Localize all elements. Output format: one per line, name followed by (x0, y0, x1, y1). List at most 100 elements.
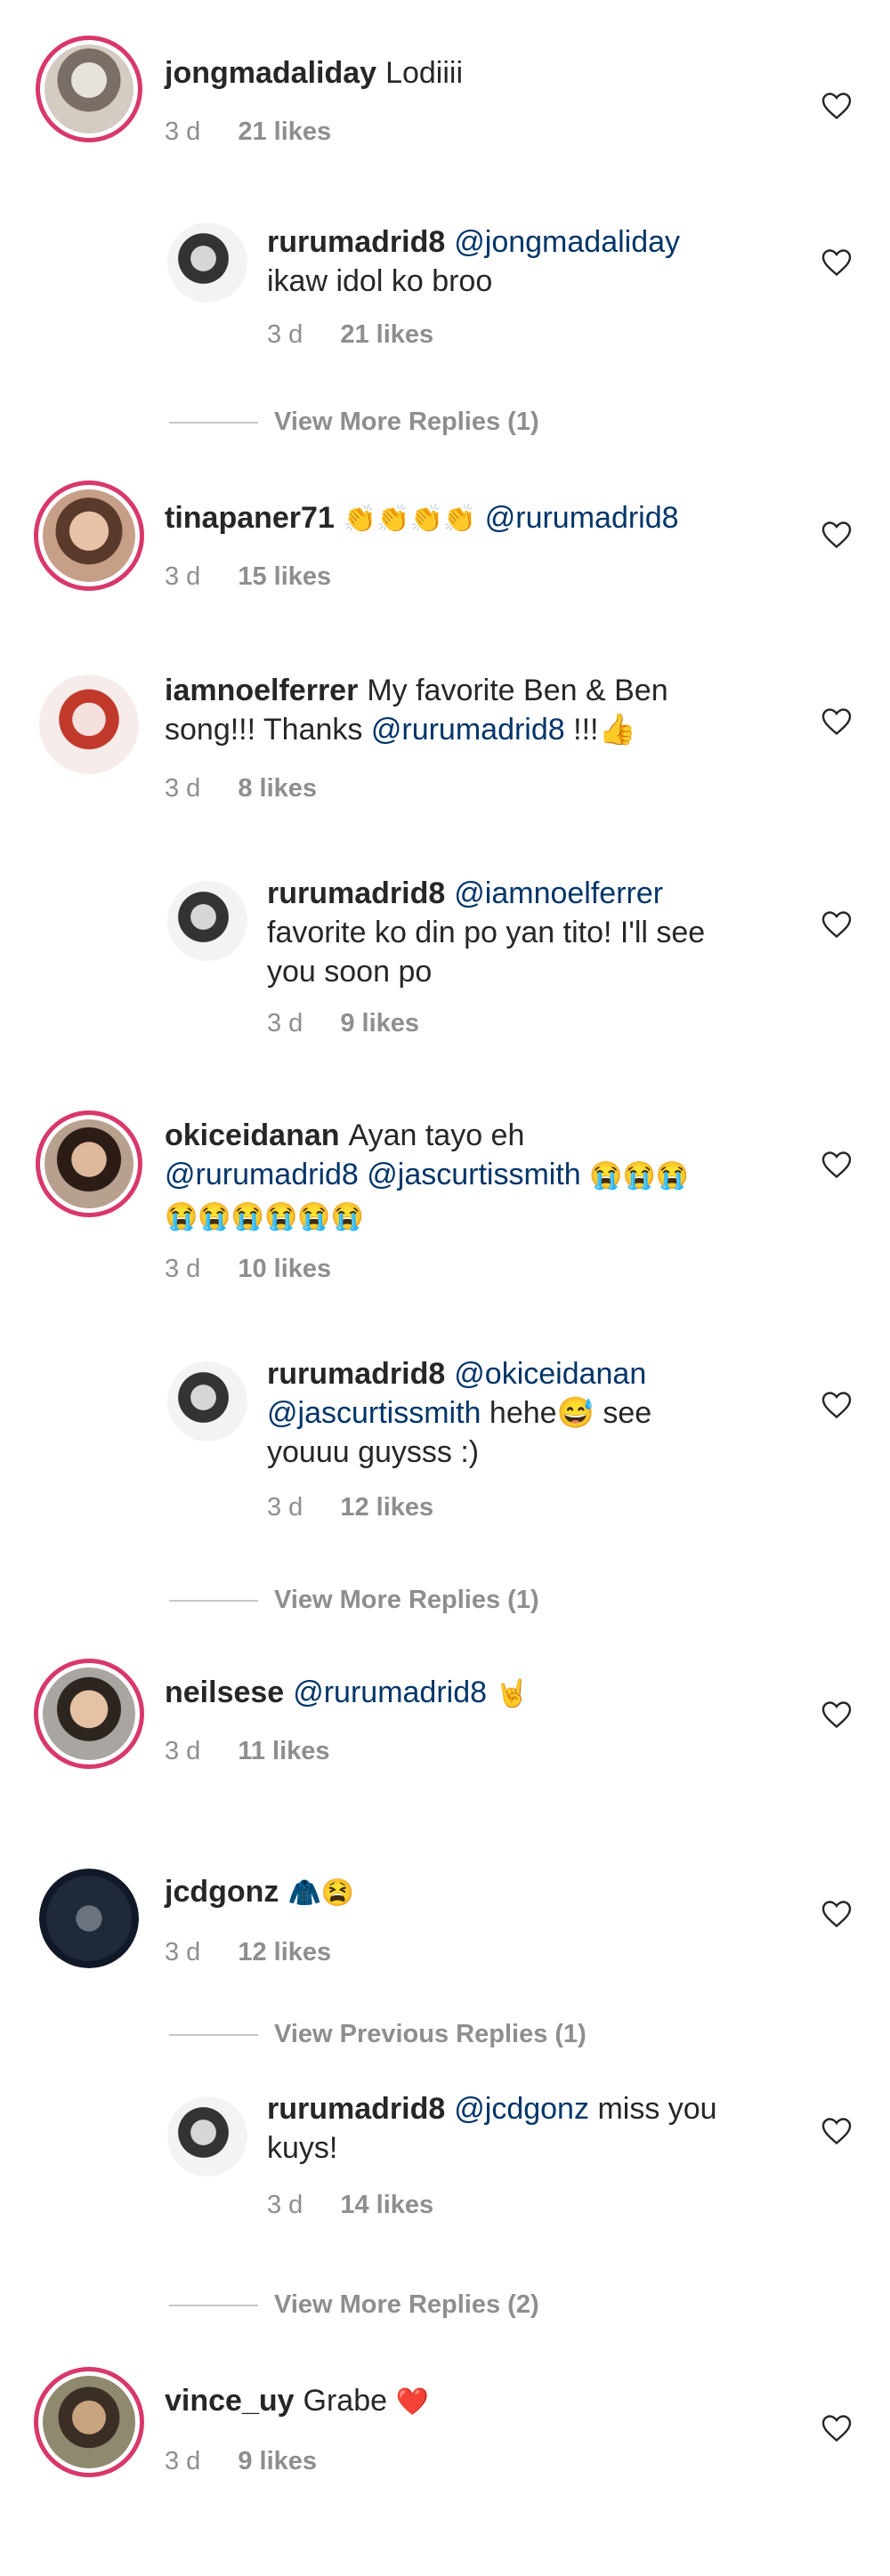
heart-icon[interactable] (821, 247, 853, 278)
comment-okiceidanan: okiceidanan Ayan tayo eh @rurumadrid8 @ja… (0, 1110, 890, 1288)
emoji: 🧥😫 (287, 1878, 355, 1908)
reply-rurumadrid8-1: rurumadrid8 @jongmadaliday ikaw idol ko b… (0, 214, 890, 365)
heart-icon[interactable] (821, 2413, 853, 2443)
view-more-replies-button[interactable]: View More Replies (1) (169, 1586, 539, 1615)
heart-icon[interactable] (821, 909, 853, 940)
timestamp: 3 d (267, 1493, 303, 1522)
comment-text: kuys! (267, 2131, 338, 2165)
username[interactable]: jcdgonz (165, 1875, 279, 1909)
username[interactable]: neilsese (165, 1676, 284, 1709)
avatar[interactable] (34, 480, 144, 591)
mention-link[interactable]: @jcdgonz (454, 2092, 589, 2126)
mention-link[interactable]: @rurumadrid8 (165, 1158, 359, 1191)
likes-count[interactable]: 8 likes (238, 774, 317, 803)
comment-jcdgonz: jcdgonz 🧥😫 3 d 12 likes (0, 1860, 890, 1993)
mention-link[interactable]: @iamnoelferrer (454, 876, 663, 910)
likes-count[interactable]: 21 likes (238, 117, 331, 146)
likes-count[interactable]: 10 likes (238, 1255, 331, 1283)
timestamp: 3 d (165, 774, 201, 803)
comment-tinapaner71: tinapaner71 👏👏👏👏 @rurumadrid8 3 d 15 likes (0, 480, 890, 614)
heart-icon[interactable] (821, 1390, 853, 1420)
username[interactable]: okiceidanan (165, 1118, 340, 1152)
timestamp: 3 d (267, 320, 303, 349)
comment-text: song!!! Thanks (165, 713, 363, 747)
timestamp: 3 d (267, 1009, 303, 1038)
heart-icon[interactable] (821, 2116, 853, 2146)
comment-text: miss you (597, 2092, 717, 2126)
username[interactable]: rurumadrid8 (267, 225, 445, 259)
comment-vince_uy: vince_uy Grabe ❤️ 3 d 9 likes (0, 2367, 890, 2500)
comment-text: favorite ko din po yan tito! I'll see (267, 916, 706, 949)
comment-iamnoelferrer: iamnoelferrer My favorite Ben & Ben song!… (0, 666, 890, 817)
view-previous-replies-button[interactable]: View Previous Replies (1) (169, 2020, 587, 2049)
heart-icon[interactable] (821, 1150, 853, 1180)
avatar[interactable] (36, 36, 142, 142)
comment-text: Grabe (303, 2384, 388, 2418)
avatar[interactable] (39, 674, 139, 774)
reply-rurumadrid8-2: rurumadrid8 @iamnoelferrer favorite ko di… (0, 874, 890, 1052)
likes-count[interactable]: 15 likes (238, 562, 331, 591)
comment-text: Lodiiii (385, 56, 464, 90)
likes-count[interactable]: 11 likes (238, 1737, 329, 1765)
username[interactable]: tinapaner71 (165, 501, 335, 535)
view-more-replies-button[interactable]: View More Replies (2) (169, 2290, 539, 2320)
avatar[interactable] (34, 2367, 144, 2477)
avatar[interactable] (36, 1110, 142, 1217)
username[interactable]: jongmadaliday (165, 56, 376, 90)
username[interactable]: vince_uy (165, 2384, 295, 2418)
emoji: 😭😭😭😭😭😭 (165, 1202, 365, 1231)
username[interactable]: rurumadrid8 (267, 876, 445, 910)
comment-text: Ayan tayo eh (348, 1118, 525, 1152)
comment-neilsese: neilsese @rurumadrid8 🤘 3 d 11 likes (0, 1659, 890, 1792)
avatar[interactable] (39, 1869, 139, 1968)
username[interactable]: iamnoelferrer (165, 674, 358, 707)
comment-text: hehe😅 see (489, 1396, 652, 1430)
likes-count[interactable]: 12 likes (238, 1938, 331, 1966)
likes-count[interactable]: 9 likes (238, 2447, 317, 2475)
heart-icon[interactable] (821, 91, 853, 121)
timestamp: 3 d (165, 562, 201, 591)
avatar[interactable] (167, 881, 247, 961)
mention-link[interactable]: @jascurtissmith (367, 1158, 580, 1191)
divider (169, 2305, 258, 2307)
mention-link[interactable]: @jascurtissmith (267, 1396, 481, 1430)
heart-icon[interactable] (821, 707, 853, 737)
mention-link[interactable]: @okiceidanan (454, 1357, 646, 1391)
avatar[interactable] (34, 1659, 144, 1769)
mention-link[interactable]: @rurumadrid8 (371, 713, 565, 747)
comment-text: you soon po (267, 955, 433, 989)
heart-icon[interactable] (821, 1700, 853, 1730)
heart-icon[interactable] (821, 520, 853, 550)
timestamp: 3 d (165, 1737, 201, 1765)
mention-link[interactable]: @rurumadrid8 (293, 1676, 487, 1709)
divider (169, 2034, 258, 2037)
reply-rurumadrid8-4: rurumadrid8 @jcdgonz miss you kuys! 3 d 14… (0, 2089, 890, 2241)
username[interactable]: rurumadrid8 (267, 1357, 445, 1391)
emoji: 👏👏👏👏 (343, 505, 477, 534)
comment-jongmadaliday: jongmadaliday Lodiiii 3 d 21 likes (0, 36, 890, 169)
emoji: 🤘 (495, 1679, 529, 1708)
likes-count[interactable]: 21 likes (340, 320, 433, 349)
comment-text: ikaw idol ko broo (267, 264, 493, 298)
timestamp: 3 d (165, 1938, 201, 1966)
divider (169, 1600, 258, 1603)
timestamp: 3 d (165, 2447, 201, 2475)
timestamp: 3 d (267, 2191, 303, 2219)
avatar[interactable] (167, 2096, 247, 2176)
view-more-replies-button[interactable]: View More Replies (1) (169, 408, 539, 437)
likes-count[interactable]: 14 likes (340, 2191, 433, 2219)
mention-link[interactable]: @jongmadaliday (454, 225, 680, 259)
mention-link[interactable]: @rurumadrid8 (485, 501, 679, 535)
emoji: 😭😭😭 (589, 1161, 690, 1191)
comment-text: !!!👍 (573, 713, 636, 747)
avatar[interactable] (167, 222, 247, 303)
reply-rurumadrid8-3: rurumadrid8 @okiceidanan @jascurtissmith … (0, 1354, 890, 1532)
comment-text: youuu guysss :) (267, 1435, 480, 1469)
username[interactable]: rurumadrid8 (267, 2092, 445, 2126)
likes-count[interactable]: 9 likes (340, 1009, 419, 1038)
heart-icon[interactable] (821, 1899, 853, 1929)
divider (169, 422, 258, 424)
timestamp: 3 d (165, 1255, 201, 1283)
avatar[interactable] (167, 1361, 247, 1441)
likes-count[interactable]: 12 likes (340, 1493, 433, 1522)
